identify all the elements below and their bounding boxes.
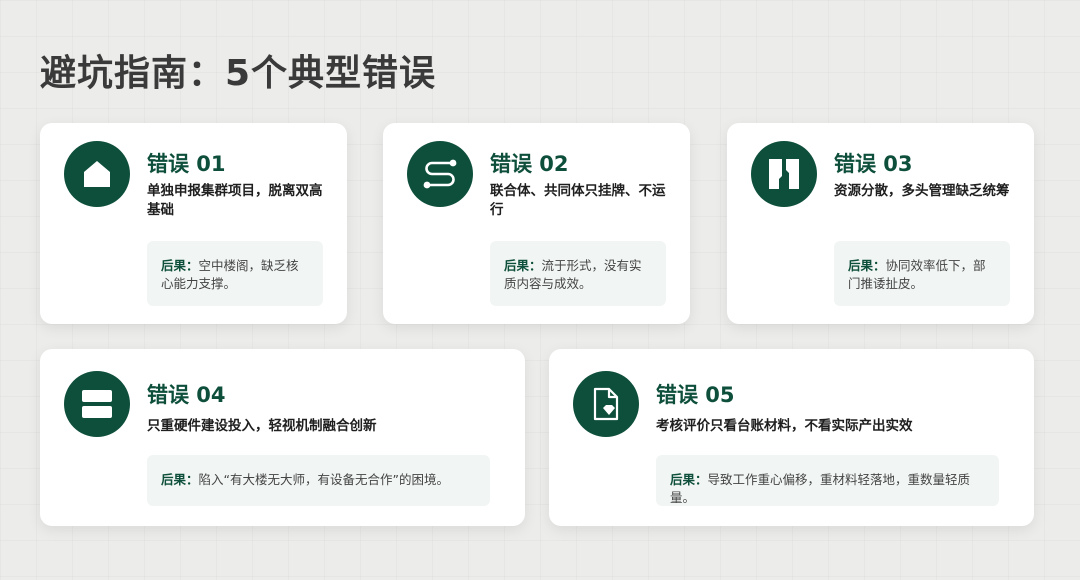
card-title: 错误 01 (147, 152, 226, 176)
card-description: 单独申报集群项目，脱离双高基础 (147, 183, 323, 218)
consequence-label: 后果： (670, 472, 708, 487)
card-title: 错误 04 (147, 383, 226, 407)
card-description: 考核评价只看台账材料，不看实际产出实效 (656, 418, 913, 434)
error-card-01: 错误 01 单独申报集群项目，脱离双高基础 后果：空中楼阁，缺乏核心能力支撑。 (40, 123, 347, 324)
consequence-box: 后果：协同效率低下，部门推诿扯皮。 (834, 241, 1010, 306)
layers-icon (64, 371, 130, 437)
path-icon (407, 141, 473, 207)
document-icon (573, 371, 639, 437)
consequence-box: 后果：空中楼阁，缺乏核心能力支撑。 (147, 241, 323, 306)
consequence-text: 导致工作重心偏移，重材料轻落地，重数量轻质量。 (670, 472, 971, 505)
card-title: 错误 05 (656, 383, 735, 407)
card-title: 错误 02 (490, 152, 569, 176)
consequence-label: 后果： (161, 472, 199, 487)
consequence-label: 后果： (504, 258, 542, 273)
consequence-label: 后果： (161, 258, 199, 273)
consequence-box: 后果：导致工作重心偏移，重材料轻落地，重数量轻质量。 (656, 455, 999, 506)
consequence-box: 后果：流于形式，没有实质内容与成效。 (490, 241, 666, 306)
card-description: 资源分散，多头管理缺乏统筹 (834, 183, 1010, 199)
consequence-label: 后果： (848, 258, 886, 273)
card-title: 错误 03 (834, 152, 913, 176)
error-card-03: 错误 03 资源分散，多头管理缺乏统筹 后果：协同效率低下，部门推诿扯皮。 (727, 123, 1034, 324)
consequence-box: 后果：陷入“有大楼无大师，有设备无合作”的困境。 (147, 455, 490, 506)
house-icon (64, 141, 130, 207)
split-icon (751, 141, 817, 207)
error-card-02: 错误 02 联合体、共同体只挂牌、不运行 后果：流于形式，没有实质内容与成效。 (383, 123, 690, 324)
error-card-04: 错误 04 只重硬件建设投入，轻视机制融合创新 后果：陷入“有大楼无大师，有设备… (40, 349, 525, 526)
error-card-05: 错误 05 考核评价只看台账材料，不看实际产出实效 后果：导致工作重心偏移，重材… (549, 349, 1034, 526)
page-title: 避坑指南：5个典型错误 (40, 53, 437, 94)
card-description: 只重硬件建设投入，轻视机制融合创新 (147, 418, 377, 434)
card-description: 联合体、共同体只挂牌、不运行 (490, 183, 666, 218)
consequence-text: 陷入“有大楼无大师，有设备无合作”的困境。 (198, 472, 449, 487)
